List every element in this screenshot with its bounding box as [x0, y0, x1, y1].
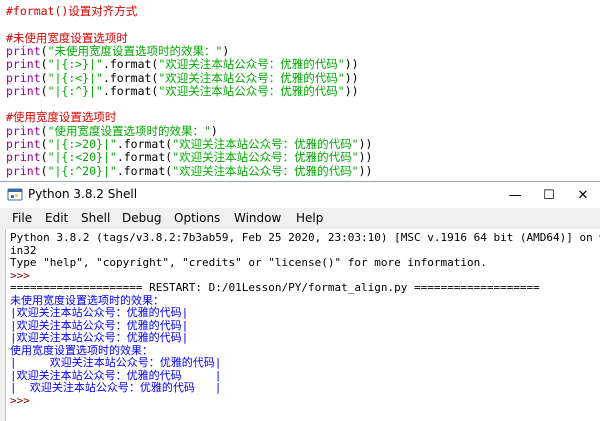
code-token: )) [358, 137, 373, 151]
menu-file[interactable]: File [12, 211, 32, 225]
code-token: print [6, 123, 41, 138]
code-token: "欢迎关注本站公众号：优雅的代码" [172, 137, 359, 151]
code-token: ) [222, 43, 230, 58]
window-title: Python 3.8.2 Shell [28, 187, 138, 201]
python-idle-icon [7, 188, 23, 201]
code-token: print [6, 137, 41, 151]
code-token: .format( [102, 83, 159, 98]
code-token: .format( [116, 137, 173, 151]
code-line: print("|{:>20}|".format("欢迎关注本站公众号：优雅的代码… [6, 137, 372, 151]
shell-window: Python 3.8.2 Shell — ☐ ✕ File Edit Shell… [0, 181, 600, 421]
code-token: "|{:^}|" [47, 83, 103, 98]
code-token: "欢迎关注本站公众号：优雅的代码" [158, 83, 345, 98]
code-token: "|{:>}|" [47, 57, 103, 72]
maximize-button[interactable]: ☐ [532, 182, 566, 208]
code-line: print("|{:^}|".format("欢迎关注本站公众号：优雅的代码")… [6, 84, 359, 98]
menu-bar: File Edit Shell Debug Options Window Hel… [0, 208, 600, 228]
close-icon: ✕ [577, 187, 589, 203]
code-token: print [6, 150, 41, 165]
menu-options[interactable]: Options [174, 211, 220, 225]
code-token: print [6, 70, 41, 85]
shell-line: Python 3.8.2 (tags/v3.8.2:7b3ab59, Feb 2… [10, 231, 600, 244]
code-line: print("未使用宽度设置选项时的效果：") [6, 44, 229, 58]
code-token: "|{:^20}|" [47, 163, 117, 178]
code-token: print [6, 57, 41, 72]
code-token: ( [40, 150, 48, 165]
shell-line: | 欢迎关注本站公众号：优雅的代码 | [10, 381, 222, 394]
code-token: "欢迎关注本站公众号：优雅的代码" [158, 57, 345, 72]
code-line: #使用宽度设置选项时 [6, 110, 116, 124]
code-token: "|{:<}|" [47, 70, 103, 85]
minimize-icon: — [508, 187, 522, 203]
code-line: print("|{:<20}|".format("欢迎关注本站公众号：优雅的代码… [6, 150, 372, 164]
code-token: print [6, 43, 41, 58]
code-token: )) [344, 57, 359, 72]
shell-line: | 欢迎关注本站公众号：优雅的代码| [10, 356, 222, 369]
menu-debug[interactable]: Debug [122, 211, 161, 225]
code-token: )) [344, 70, 359, 85]
code-token: ( [40, 70, 48, 85]
menu-window[interactable]: Window [234, 211, 281, 225]
code-token: print [6, 163, 41, 178]
code-token: ( [40, 83, 48, 98]
code-token: )) [344, 83, 359, 98]
shell-prompt: >>> [10, 393, 37, 407]
code-token: #未使用宽度设置选项时 [6, 30, 128, 45]
title-bar[interactable]: Python 3.8.2 Shell — ☐ ✕ [0, 182, 600, 208]
code-token: )) [358, 163, 373, 178]
code-token: "欢迎关注本站公众号：优雅的代码" [172, 150, 359, 165]
code-token: ( [40, 163, 48, 178]
code-token: .format( [102, 70, 159, 85]
code-token: ) [210, 123, 218, 138]
code-token: "使用宽度设置选项时的效果：" [47, 123, 211, 138]
code-token: "|{:>20}|" [47, 137, 117, 151]
code-token: #使用宽度设置选项时 [6, 110, 117, 125]
close-button[interactable]: ✕ [566, 182, 600, 208]
code-token: ( [40, 43, 48, 58]
code-token: ( [40, 137, 48, 151]
code-token: ( [40, 123, 48, 138]
shell-output[interactable]: Python 3.8.2 (tags/v3.8.2:7b3ab59, Feb 2… [5, 229, 600, 421]
code-token: print [6, 83, 41, 98]
menu-help[interactable]: Help [296, 211, 323, 225]
code-token: #format()设置对齐方式 [6, 4, 138, 18]
code-line: print("使用宽度设置选项时的效果：") [6, 124, 218, 138]
maximize-icon: ☐ [543, 187, 555, 203]
code-line: print("|{:^20}|".format("欢迎关注本站公众号：优雅的代码… [6, 164, 372, 178]
shell-line: |欢迎关注本站公众号：优雅的代码| [10, 331, 189, 344]
code-token: .format( [116, 150, 173, 165]
code-editor[interactable]: #format()设置对齐方式 #未使用宽度设置选项时 print("未使用宽度设置… [0, 0, 600, 178]
code-token: .format( [116, 163, 173, 178]
code-line: #format()设置对齐方式 [6, 4, 137, 18]
menu-shell[interactable]: Shell [81, 211, 110, 225]
code-token: "未使用宽度设置选项时的效果：" [47, 43, 223, 58]
code-line: print("|{:>}|".format("欢迎关注本站公众号：优雅的代码")… [6, 57, 359, 71]
code-token: "欢迎关注本站公众号：优雅的代码" [172, 163, 359, 178]
code-token: "欢迎关注本站公众号：优雅的代码" [158, 70, 345, 85]
menu-edit[interactable]: Edit [45, 211, 68, 225]
code-token: )) [358, 150, 373, 165]
minimize-button[interactable]: — [498, 182, 532, 208]
code-token: "|{:<20}|" [47, 150, 117, 165]
shell-line: |欢迎关注本站公众号：优雅的代码| [10, 306, 189, 319]
code-token: .format( [102, 57, 159, 72]
code-token: ( [40, 57, 48, 72]
shell-line: Type "help", "copyright", "credits" or "… [10, 256, 487, 269]
code-line: #未使用宽度设置选项时 [6, 31, 128, 45]
shell-line: ==================== RESTART: D:/01Lesso… [10, 281, 540, 294]
code-line: print("|{:<}|".format("欢迎关注本站公众号：优雅的代码")… [6, 71, 359, 85]
